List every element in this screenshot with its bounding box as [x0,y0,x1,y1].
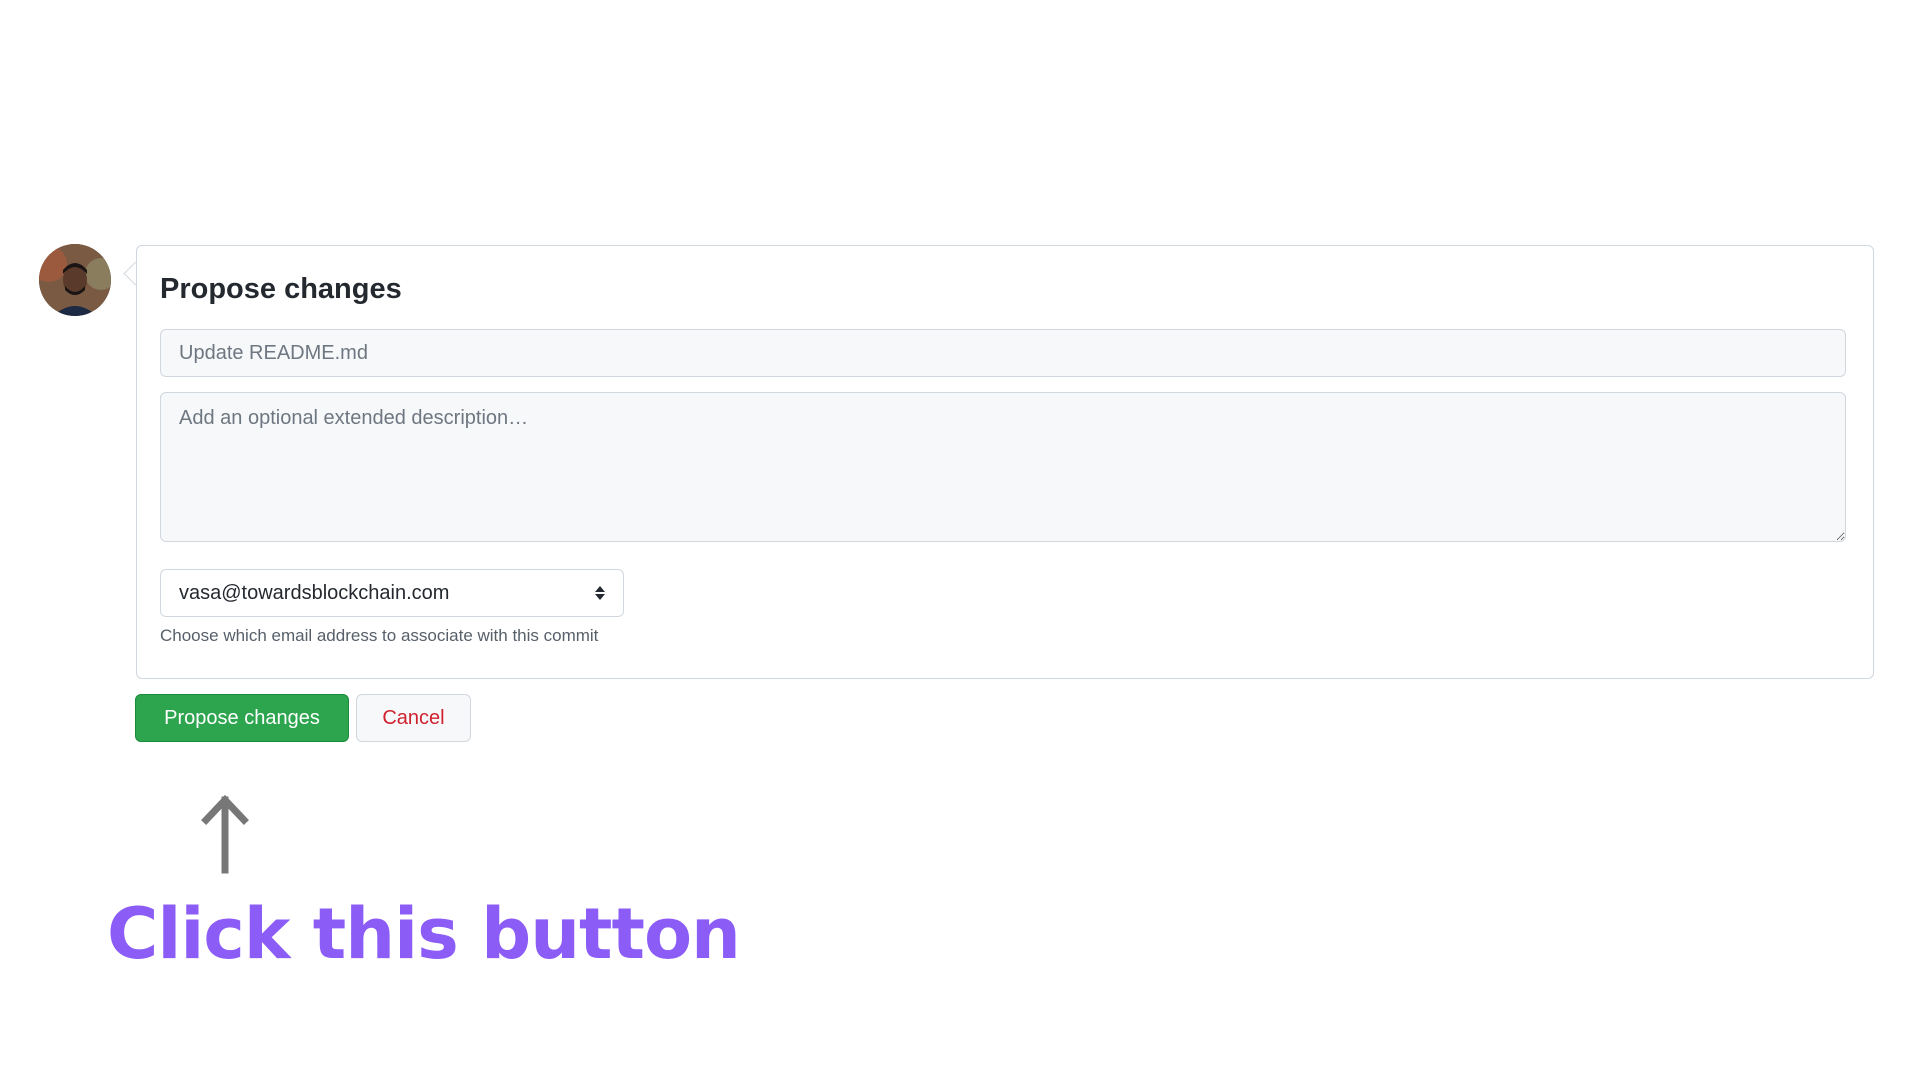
commit-summary-input[interactable] [160,329,1846,377]
avatar[interactable] [39,244,111,316]
arrow-up-icon [201,794,249,874]
email-hint-text: Choose which email address to associate … [160,626,599,645]
user-avatar-icon [39,244,111,316]
callout-text: Click this button [107,893,741,975]
form-heading: Propose changes [160,273,402,305]
email-select-value: vasa@towardsblockchain.com [179,581,450,604]
commit-description-textarea[interactable] [160,392,1846,542]
cancel-button[interactable]: Cancel [356,694,471,742]
select-chevron-icon [595,586,605,600]
page: Propose changes vasa@towardsblockchain.c… [0,0,1920,1080]
propose-changes-button[interactable]: Propose changes [135,694,349,742]
email-select[interactable]: vasa@towardsblockchain.com [160,569,624,617]
